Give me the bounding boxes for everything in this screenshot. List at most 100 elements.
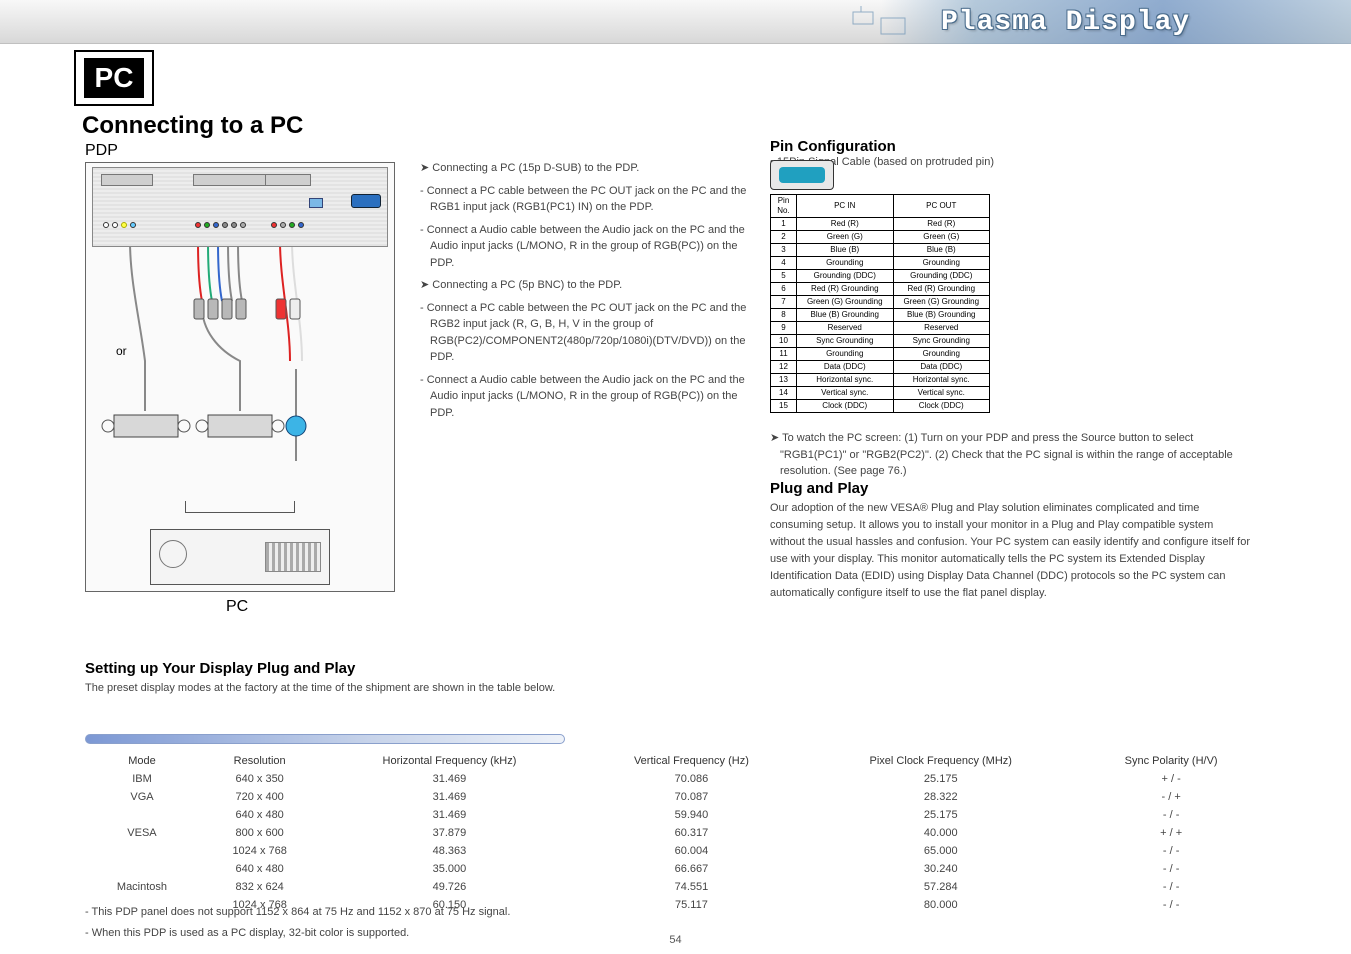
mode-row: Macintosh832 x 62449.72674.55157.284- / … [85, 878, 1265, 896]
pin-config-title: Pin Configuration [770, 138, 896, 155]
mode-cell: 35.000 [320, 860, 578, 878]
mode-cell: 59.940 [579, 806, 805, 824]
pin-cell: Blue (B) [797, 244, 894, 257]
plugplay-title: Plug and Play [770, 480, 868, 497]
right-notes: ➤ To watch the PC screen: (1) Turn on yo… [770, 430, 1250, 486]
mode-row: 1024 x 76848.36360.00465.000- / - [85, 842, 1265, 860]
pin-cell: 1 [771, 218, 797, 231]
pin-table: Pin No. PC IN PC OUT 1Red (R)Red (R)2Gre… [770, 194, 990, 413]
pdp-label: PDP [85, 142, 118, 160]
pin-cell: Green (G) Grounding [797, 296, 894, 309]
footnote-line: - This PDP panel does not support 1152 x… [85, 904, 1265, 921]
mode-cell: Macintosh [85, 878, 199, 896]
pin-cell: Reserved [893, 322, 990, 335]
pin-cell: Horizontal sync. [797, 374, 894, 387]
header-title: Plasma Display [941, 7, 1190, 38]
pin-cell: Reserved [797, 322, 894, 335]
pin-cell: Data (DDC) [893, 361, 990, 374]
mode-cell: 30.240 [804, 860, 1077, 878]
pin-cell: 7 [771, 296, 797, 309]
pin-cell: 15 [771, 400, 797, 413]
modes-hdr: Sync Polarity (H/V) [1077, 752, 1265, 770]
mode-cell: 66.667 [579, 860, 805, 878]
note-line: - Connect a PC cable between the PC OUT … [420, 183, 760, 216]
pin-panel: Pin No. PC IN PC OUT 1Red (R)Red (R)2Gre… [770, 160, 990, 413]
mode-cell [85, 842, 199, 860]
mode-cell: - / - [1077, 860, 1265, 878]
mode-cell: 640 x 350 [199, 770, 320, 788]
pin-row: 1Red (R)Red (R) [771, 218, 990, 231]
pc-badge: PC [74, 50, 154, 106]
section-title: Connecting to a PC [82, 112, 303, 140]
pin-row: 13Horizontal sync.Horizontal sync. [771, 374, 990, 387]
pin-hdr: PC IN [797, 195, 894, 218]
pin-cell: Clock (DDC) [797, 400, 894, 413]
header-deco-icon [851, 4, 911, 40]
modes-hdr: Horizontal Frequency (kHz) [320, 752, 578, 770]
mode-cell: 74.551 [579, 878, 805, 896]
mode-cell: 65.000 [804, 842, 1077, 860]
pin-cell: Grounding (DDC) [893, 270, 990, 283]
mode-cell [85, 860, 199, 878]
pin-cell: Green (G) [797, 231, 894, 244]
mode-cell: 60.004 [579, 842, 805, 860]
mode-cell: 57.284 [804, 878, 1077, 896]
modes-hdr: Vertical Frequency (Hz) [579, 752, 805, 770]
pin-cell: Red (R) Grounding [797, 283, 894, 296]
pin-row: 11GroundingGrounding [771, 348, 990, 361]
mode-cell: 70.087 [579, 788, 805, 806]
pin-cell: Data (DDC) [797, 361, 894, 374]
mode-cell: VESA [85, 824, 199, 842]
cable-svg [90, 241, 390, 501]
modes-table-wrap: Mode Resolution Horizontal Frequency (kH… [85, 752, 1265, 914]
pin-cell: Grounding [893, 348, 990, 361]
mode-cell: + / - [1077, 770, 1265, 788]
pin-cell: Red (R) [893, 218, 990, 231]
pin-cell: Blue (B) Grounding [797, 309, 894, 322]
pin-cell: Blue (B) Grounding [893, 309, 990, 322]
modes-table: Mode Resolution Horizontal Frequency (kH… [85, 752, 1265, 914]
mode-row: IBM640 x 35031.46970.08625.175+ / - [85, 770, 1265, 788]
pin-cell: 8 [771, 309, 797, 322]
mode-cell: - / - [1077, 878, 1265, 896]
dsub-icon [770, 160, 834, 190]
pin-row: 12Data (DDC)Data (DDC) [771, 361, 990, 374]
or-label: or [116, 344, 127, 358]
mode-cell: 832 x 624 [199, 878, 320, 896]
pin-cell: 5 [771, 270, 797, 283]
note-line: - Connect a Audio cable between the Audi… [420, 372, 760, 422]
pin-cell: Sync Grounding [797, 335, 894, 348]
pin-hdr: PC OUT [893, 195, 990, 218]
pin-cell: 13 [771, 374, 797, 387]
mode-cell: - / - [1077, 842, 1265, 860]
note-line: - Connect a Audio cable between the Audi… [420, 222, 760, 272]
mode-cell: 25.175 [804, 770, 1077, 788]
connection-diagram [85, 162, 395, 592]
mode-cell: 25.175 [804, 806, 1077, 824]
mode-cell: 31.469 [320, 788, 578, 806]
mode-cell: 31.469 [320, 770, 578, 788]
pin-cell: 11 [771, 348, 797, 361]
pin-cell: 10 [771, 335, 797, 348]
pin-hdr: Pin No. [771, 195, 797, 218]
mode-cell: + / + [1077, 824, 1265, 842]
mode-cell: IBM [85, 770, 199, 788]
section-divider-bar [85, 734, 565, 744]
pin-cell: Grounding (DDC) [797, 270, 894, 283]
pin-cell: 4 [771, 257, 797, 270]
pin-cell: Grounding [797, 348, 894, 361]
pin-cell: Horizontal sync. [893, 374, 990, 387]
pin-cell: Clock (DDC) [893, 400, 990, 413]
header-bar: Plasma Display [0, 0, 1351, 44]
mode-cell: - / - [1077, 806, 1265, 824]
bracket-icon [185, 501, 295, 513]
page-number: 54 [669, 934, 681, 946]
pin-cell: 14 [771, 387, 797, 400]
modes-intro: The preset display modes at the factory … [85, 680, 565, 697]
note-line: ➤ Connecting a PC (15p D-SUB) to the PDP… [420, 160, 760, 177]
pin-row: 7Green (G) GroundingGreen (G) Grounding [771, 296, 990, 309]
mode-row: 640 x 48035.00066.66730.240- / - [85, 860, 1265, 878]
note-line: ➤ To watch the PC screen: (1) Turn on yo… [770, 430, 1250, 480]
pin-cell: Blue (B) [893, 244, 990, 257]
mode-cell: 800 x 600 [199, 824, 320, 842]
